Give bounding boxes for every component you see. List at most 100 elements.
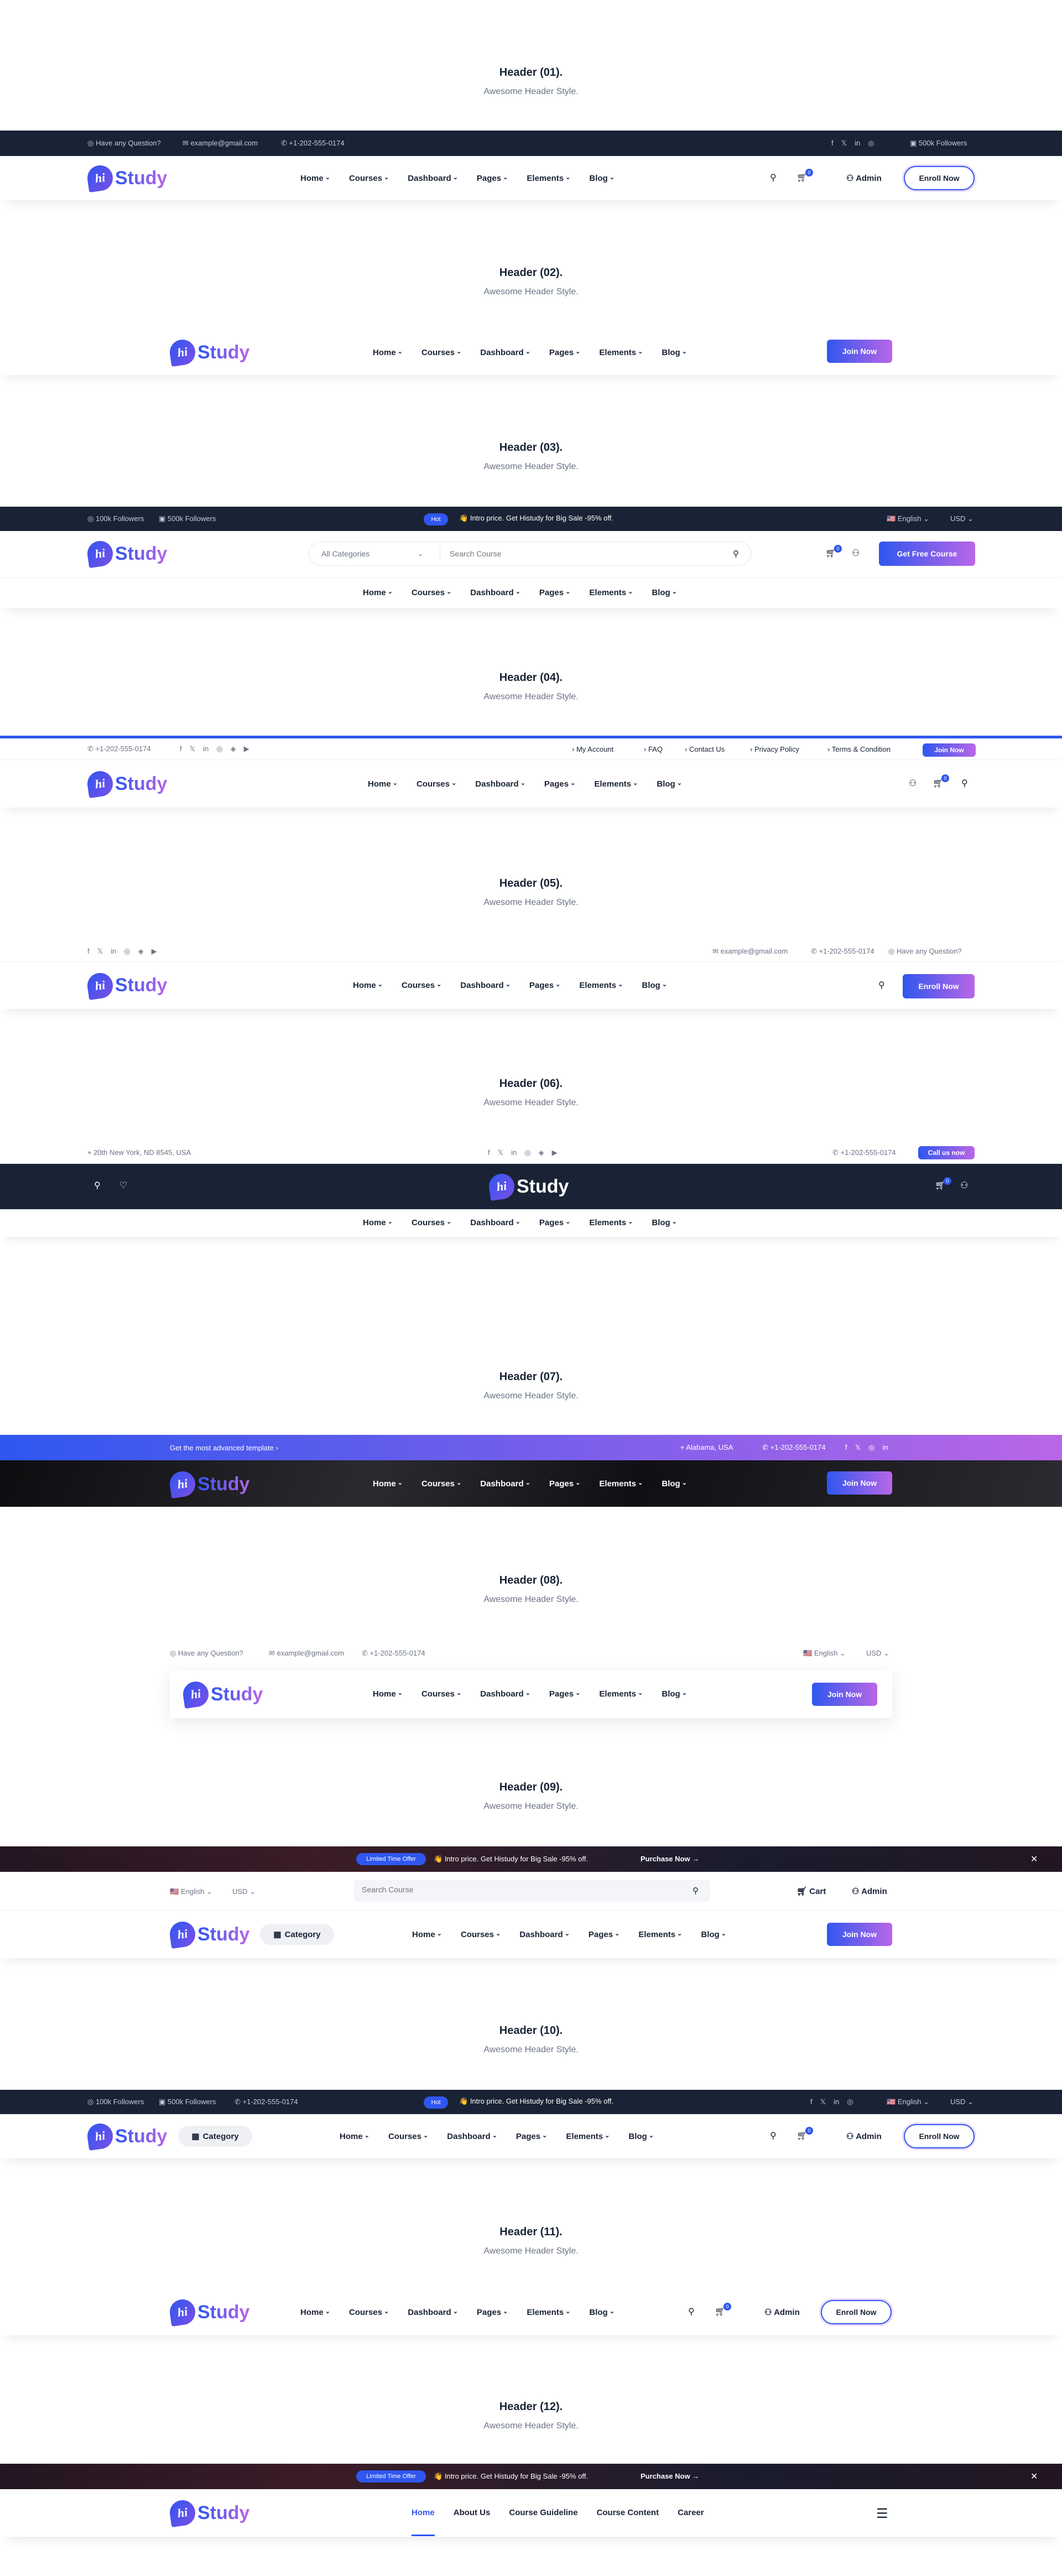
facebook-icon[interactable]: f bbox=[845, 1443, 847, 1452]
menu-home[interactable]: Home bbox=[368, 779, 398, 789]
twitter-icon[interactable]: 𝕏 bbox=[841, 139, 847, 148]
phone-link[interactable]: ✆ +1-202-555-0174 bbox=[362, 1649, 425, 1658]
faq-link[interactable]: › FAQ bbox=[644, 745, 663, 753]
instagram-icon[interactable]: ◎ bbox=[847, 2098, 853, 2106]
close-icon[interactable]: ✕ bbox=[1030, 2471, 1038, 2482]
terms-link[interactable]: › Terms & Condition bbox=[827, 745, 891, 753]
join-button[interactable]: Join Now bbox=[827, 340, 892, 363]
search-icon[interactable]: ⚲ bbox=[961, 779, 968, 788]
email-link[interactable]: ✉ example@gmail.com bbox=[712, 947, 788, 956]
join-now-button[interactable]: Join Now bbox=[923, 743, 976, 757]
twitter-icon[interactable]: 𝕏 bbox=[855, 1443, 861, 1452]
logo[interactable]: hi Study bbox=[168, 2298, 249, 2327]
search-icon[interactable]: ⚲ bbox=[688, 2308, 695, 2317]
user-icon[interactable]: ⚇ bbox=[852, 549, 860, 558]
menu-pages[interactable]: Pages bbox=[477, 2308, 508, 2317]
logo[interactable]: hi Study bbox=[86, 164, 167, 192]
menu-courses[interactable]: Courses bbox=[349, 174, 389, 183]
menu-elements[interactable]: Elements bbox=[599, 1479, 643, 1489]
logo[interactable]: hi Study bbox=[181, 1680, 263, 1709]
enroll-button[interactable]: Enroll Now bbox=[904, 166, 975, 190]
privacy-link[interactable]: › Privacy Policy bbox=[750, 745, 799, 753]
menu-dashboard[interactable]: Dashboard bbox=[408, 2308, 458, 2317]
menu-dashboard[interactable]: Dashboard bbox=[519, 1930, 570, 1939]
logo[interactable]: hi Study bbox=[487, 1172, 569, 1201]
logo[interactable]: hi Study bbox=[86, 2122, 167, 2151]
contact-link[interactable]: › Contact Us bbox=[685, 745, 725, 753]
twitter-icon[interactable]: 𝕏 bbox=[190, 745, 195, 753]
menu-dashboard[interactable]: Dashboard bbox=[470, 588, 520, 597]
menu-elements[interactable]: Elements bbox=[594, 779, 638, 789]
menu-elements[interactable]: Elements bbox=[589, 588, 633, 597]
menu-elements[interactable]: Elements bbox=[599, 348, 643, 357]
phone-link[interactable]: ✆ +1-202-555-0174 bbox=[832, 1148, 896, 1157]
enroll-button[interactable]: Enroll Now bbox=[821, 2300, 892, 2324]
menu-blog[interactable]: Blog bbox=[652, 1218, 677, 1227]
instagram-icon[interactable]: ◎ bbox=[524, 1148, 530, 1157]
user-icon[interactable]: ⚇ bbox=[909, 779, 917, 788]
discord-icon[interactable]: ◈ bbox=[138, 947, 144, 956]
menu-blog[interactable]: Blog bbox=[628, 2132, 654, 2141]
logo[interactable]: hi Study bbox=[86, 539, 167, 568]
category-button[interactable]: ▦ Category bbox=[260, 1924, 334, 1945]
currency-select[interactable]: USD ⌄ bbox=[950, 514, 974, 523]
phone-link[interactable]: ✆ +1-202-555-0174 bbox=[87, 745, 151, 753]
logo[interactable]: hi Study bbox=[168, 1470, 249, 1498]
menu-about[interactable]: About Us bbox=[454, 2508, 491, 2517]
facebook-icon[interactable]: f bbox=[180, 745, 182, 753]
admin-link[interactable]: ⚇ Admin bbox=[852, 1886, 887, 1896]
facebook-icon[interactable]: f bbox=[87, 947, 90, 956]
category-button[interactable]: ▦ Category bbox=[178, 2126, 252, 2147]
menu-pages[interactable]: Pages bbox=[544, 779, 575, 789]
logo[interactable]: hi Study bbox=[168, 1920, 249, 1949]
logo[interactable]: hi Study bbox=[86, 769, 167, 798]
menu-dashboard[interactable]: Dashboard bbox=[475, 779, 525, 789]
language-select[interactable]: 🇺🇸 English ⌄ bbox=[887, 514, 929, 523]
close-icon[interactable]: ✕ bbox=[1030, 1854, 1038, 1865]
facebook-icon[interactable]: f bbox=[810, 2098, 813, 2106]
instagram-icon[interactable]: ◎ bbox=[216, 745, 222, 753]
search-icon[interactable]: ⚲ bbox=[733, 549, 739, 559]
instagram-icon[interactable]: ◎ bbox=[124, 947, 130, 956]
linkedin-icon[interactable]: in bbox=[882, 1443, 888, 1452]
admin-link[interactable]: ⚇ Admin bbox=[846, 2131, 882, 2141]
purchase-link[interactable]: Purchase Now → bbox=[641, 2472, 699, 2480]
search-icon[interactable]: ⚲ bbox=[693, 1886, 699, 1896]
twitter-icon[interactable]: 𝕏 bbox=[498, 1148, 503, 1157]
menu-dashboard[interactable]: Dashboard bbox=[480, 1689, 530, 1699]
currency-select[interactable]: USD ⌄ bbox=[866, 1649, 889, 1658]
search-icon[interactable]: ⚲ bbox=[94, 1182, 101, 1190]
menu-blog[interactable]: Blog bbox=[589, 2308, 615, 2317]
menu-home[interactable]: Home bbox=[412, 1930, 442, 1939]
search-icon[interactable]: ⚲ bbox=[878, 981, 885, 990]
menu-blog[interactable]: Blog bbox=[662, 348, 687, 357]
join-button[interactable]: Join Now bbox=[827, 1471, 892, 1495]
discord-icon[interactable]: ◈ bbox=[539, 1148, 544, 1157]
menu-pages[interactable]: Pages bbox=[539, 1218, 570, 1227]
menu-home[interactable]: Home bbox=[363, 588, 393, 597]
youtube-icon[interactable]: ▶ bbox=[244, 745, 249, 753]
user-icon[interactable]: ⚇ bbox=[960, 1182, 968, 1190]
language-select[interactable]: 🇺🇸 English ⌄ bbox=[170, 1887, 212, 1896]
menu-courses[interactable]: Courses bbox=[421, 1689, 461, 1699]
search-input[interactable] bbox=[442, 549, 719, 558]
currency-select[interactable]: USD ⌄ bbox=[232, 1887, 256, 1896]
facebook-icon[interactable]: f bbox=[831, 139, 834, 148]
instagram-icon[interactable]: ◎ bbox=[868, 139, 874, 148]
menu-home[interactable]: Home bbox=[373, 1689, 403, 1699]
menu-blog[interactable]: Blog bbox=[701, 1930, 726, 1939]
menu-blog[interactable]: Blog bbox=[662, 1479, 687, 1489]
menu-dashboard[interactable]: Dashboard bbox=[408, 174, 458, 183]
call-now-button[interactable]: Call us now bbox=[918, 1146, 975, 1159]
menu-course-content[interactable]: Course Content bbox=[597, 2508, 659, 2517]
menu-pages[interactable]: Pages bbox=[539, 588, 570, 597]
menu-home[interactable]: Home bbox=[300, 2308, 330, 2317]
menu-blog[interactable]: Blog bbox=[642, 981, 667, 990]
menu-dashboard[interactable]: Dashboard bbox=[447, 2132, 497, 2141]
enroll-button[interactable]: Enroll Now bbox=[903, 974, 975, 998]
menu-courses[interactable]: Courses bbox=[388, 2132, 428, 2141]
menu-pages[interactable]: Pages bbox=[589, 1930, 620, 1939]
logo[interactable]: hi Study bbox=[86, 971, 167, 1000]
menu-elements[interactable]: Elements bbox=[527, 2308, 570, 2317]
menu-courses[interactable]: Courses bbox=[417, 779, 456, 789]
